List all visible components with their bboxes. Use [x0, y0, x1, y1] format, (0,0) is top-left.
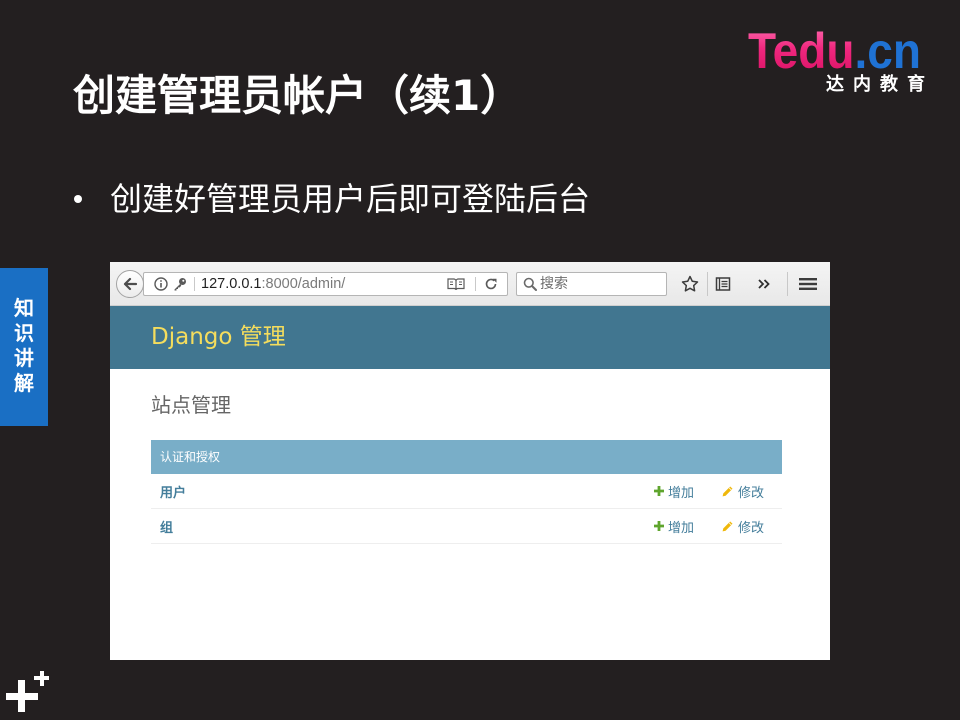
add-link-label: 增加 — [668, 485, 695, 501]
search-input[interactable]: 搜索 — [516, 272, 667, 296]
menu-icon[interactable] — [799, 276, 817, 292]
site-branding[interactable]: Django 管理 — [151, 306, 286, 369]
change-link[interactable]: 修改 — [714, 517, 782, 536]
browser-screenshot: 127.0.0.1:8000/admin/ 搜索 Django 管理 站点管理 … — [110, 262, 830, 660]
url-host: 127.0.0.1 — [201, 276, 262, 292]
django-header: Django 管理 — [110, 306, 830, 369]
search-placeholder: 搜索 — [540, 276, 568, 292]
add-link-label: 增加 — [668, 520, 695, 536]
bullet-item: 创建好管理员用户后即可登陆后台 — [74, 178, 590, 220]
app-module-auth: 认证和授权 用户 增加 修改 组 增加 修改 — [151, 440, 782, 544]
bullet-list: 创建好管理员用户后即可登陆后台 — [74, 178, 590, 220]
plus-logo-icon — [0, 666, 52, 716]
browser-toolbar: 127.0.0.1:8000/admin/ 搜索 — [110, 262, 830, 306]
add-plus-icon — [654, 521, 664, 531]
url-bar[interactable]: 127.0.0.1:8000/admin/ — [143, 272, 508, 296]
bullet-text: 创建好管理员用户后即可登陆后台 — [110, 180, 591, 218]
section-tab: 知识讲解 — [0, 268, 48, 426]
tedu-logo: Tedu.cn 达内教育 — [748, 26, 938, 98]
add-link[interactable]: 增加 — [646, 482, 714, 501]
edit-pencil-icon — [722, 486, 733, 496]
toolbar-divider — [787, 272, 788, 296]
reload-icon[interactable] — [484, 277, 498, 291]
table-row: 组 增加 修改 — [151, 509, 782, 544]
bookmark-star-icon[interactable] — [681, 275, 699, 293]
info-icon[interactable] — [154, 277, 168, 291]
plus-logo-stroke — [40, 671, 44, 686]
reader-view-icon[interactable] — [447, 277, 465, 291]
url-path: :8000/admin/ — [261, 276, 346, 292]
change-link-label: 修改 — [738, 520, 765, 536]
add-link[interactable]: 增加 — [646, 517, 714, 536]
overflow-chevrons-icon[interactable] — [757, 277, 771, 291]
key-icon[interactable] — [173, 277, 187, 291]
section-tab-label: 知识讲解 — [14, 296, 34, 395]
search-icon — [523, 277, 537, 291]
back-arrow-icon — [123, 277, 138, 291]
add-plus-icon — [654, 486, 664, 496]
slide-title: 创建管理员帐户（续1） — [73, 71, 523, 120]
slide: 创建管理员帐户（续1） Tedu.cn 达内教育 创建好管理员用户后即可登陆后台… — [0, 0, 960, 720]
back-button[interactable] — [116, 270, 144, 298]
logo-brand-tld: .cn — [854, 23, 921, 79]
page-title: 站点管理 — [151, 393, 231, 417]
edit-pencil-icon — [722, 521, 733, 531]
url-separator — [475, 277, 476, 291]
model-link-users[interactable]: 用户 — [151, 482, 646, 501]
toolbar-divider — [707, 272, 708, 296]
logo-subtitle: 达内教育 — [826, 74, 934, 95]
bullet-dot-icon — [74, 195, 82, 203]
change-link[interactable]: 修改 — [714, 482, 782, 501]
model-link-groups[interactable]: 组 — [151, 517, 646, 536]
plus-logo-stroke — [18, 680, 25, 712]
change-link-label: 修改 — [738, 485, 765, 501]
library-icon[interactable] — [715, 276, 731, 292]
logo-wordmark: Tedu.cn — [748, 26, 921, 76]
module-caption[interactable]: 认证和授权 — [151, 440, 782, 474]
logo-brand-main: Tedu — [748, 23, 855, 79]
url-separator — [194, 277, 195, 291]
django-content: 站点管理 认证和授权 用户 增加 修改 组 增加 修改 — [110, 369, 830, 660]
url-text[interactable]: 127.0.0.1:8000/admin/ — [201, 273, 345, 295]
table-row: 用户 增加 修改 — [151, 474, 782, 509]
